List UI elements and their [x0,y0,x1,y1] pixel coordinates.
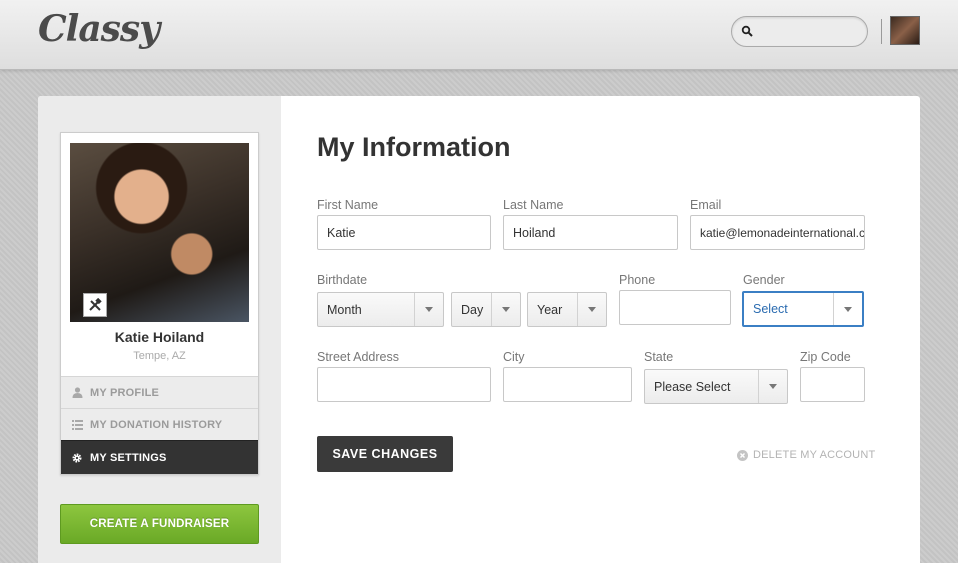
state-value: Please Select [654,379,731,394]
header-divider [881,19,882,44]
list-icon [71,419,83,431]
email-label: Email [690,198,722,212]
chevron-down-icon [577,293,606,326]
zip-code-label: Zip Code [800,350,851,364]
gender-value: Select [753,302,788,316]
birth-day-value: Day [461,302,484,317]
city-label: City [503,350,525,364]
last-name-label: Last Name [503,198,564,212]
edit-photo-button[interactable] [83,293,107,317]
sidebar-item-my-profile[interactable]: MY PROFILE [61,376,258,408]
sidebar-item-donation-history[interactable]: MY DONATION HISTORY [61,408,258,440]
profile-name: Katie Hoiland [114,329,205,345]
classy-logo[interactable]: Classy [38,8,160,50]
chevron-down-icon [414,293,443,326]
search-icon [741,25,753,37]
first-name-label: First Name [317,198,379,212]
top-bar: Classy [0,0,958,70]
search-input[interactable] [731,16,868,47]
email-field[interactable]: katie@lemonadeinternational.c [690,215,865,250]
chevron-down-icon [833,293,862,325]
delete-account-label: DELETE MY ACCOUNT [753,449,876,461]
sidebar-item-label: MY DONATION HISTORY [90,418,223,431]
profile-photo [70,143,249,322]
chevron-down-icon [758,370,787,403]
first-name-field[interactable]: Katie [317,215,491,250]
phone-field[interactable] [619,290,731,325]
birth-day-select[interactable]: Day [451,292,521,327]
city-field[interactable] [503,367,632,402]
page-title: My Information [317,132,511,162]
sidebar-item-label: MY SETTINGS [90,451,167,464]
gender-select[interactable]: Select [742,291,864,327]
birthdate-label: Birthdate [317,273,368,287]
street-address-field[interactable] [317,367,491,402]
birth-year-value: Year [537,302,563,317]
tools-icon [89,298,102,311]
zip-code-field[interactable] [800,367,865,402]
phone-label: Phone [619,273,656,287]
chevron-down-icon [491,293,520,326]
sidebar-item-my-settings[interactable]: MY SETTINGS [61,440,258,474]
close-circle-icon [737,449,748,461]
profile-location: Tempe, AZ [133,350,186,362]
birth-month-value: Month [327,302,362,317]
sidebar-item-label: MY PROFILE [90,386,160,399]
last-name-field[interactable]: Hoiland [503,215,678,250]
save-changes-button[interactable]: SAVE CHANGES [317,436,453,472]
user-icon [71,387,83,399]
state-label: State [644,350,674,364]
main-card: Katie Hoiland Tempe, AZ MY PROFILE MY DO… [38,96,920,563]
state-select[interactable]: Please Select [644,369,788,404]
birth-year-select[interactable]: Year [527,292,607,327]
sidebar: Katie Hoiland Tempe, AZ MY PROFILE MY DO… [38,96,281,563]
create-fundraiser-button[interactable]: CREATE A FUNDRAISER [60,504,259,544]
gender-label: Gender [743,273,785,287]
profile-card: Katie Hoiland Tempe, AZ MY PROFILE MY DO… [60,132,259,475]
gear-icon [71,452,83,464]
birth-month-select[interactable]: Month [317,292,444,327]
street-address-label: Street Address [317,350,399,364]
delete-account-link[interactable]: DELETE MY ACCOUNT [737,449,875,461]
user-avatar[interactable] [890,16,920,45]
